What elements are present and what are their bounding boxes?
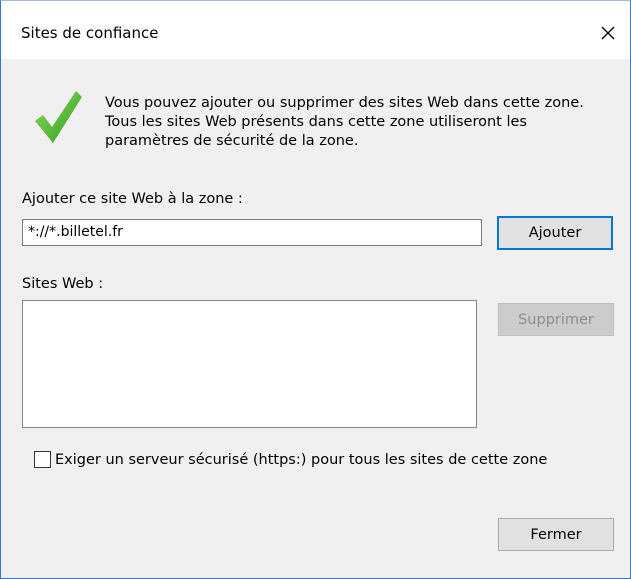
require-https-checkbox[interactable] — [34, 451, 51, 468]
remove-button[interactable]: Supprimer — [498, 303, 614, 336]
add-site-input[interactable] — [22, 219, 482, 246]
sites-list-label: Sites Web : — [22, 276, 104, 292]
require-https-row[interactable]: Exiger un serveur sécurisé (https:) pour… — [34, 451, 547, 468]
add-site-label: Ajouter ce site Web à la zone : — [22, 191, 243, 207]
sites-list[interactable] — [22, 300, 477, 428]
title-bar: Sites de confiance — [1, 1, 630, 59]
add-button[interactable]: Ajouter — [497, 216, 613, 250]
close-dialog-button[interactable]: Fermer — [498, 518, 614, 551]
require-https-label: Exiger un serveur sécurisé (https:) pour… — [55, 451, 548, 468]
intro-text: Vous pouvez ajouter ou supprimer des sit… — [105, 95, 584, 149]
close-icon — [601, 26, 615, 40]
trusted-sites-dialog: Sites de confiance Vous pouvez ajouter o… — [0, 0, 631, 579]
checkmark-icon — [35, 91, 82, 143]
close-button[interactable] — [586, 15, 630, 51]
dialog-title: Sites de confiance — [21, 24, 159, 42]
